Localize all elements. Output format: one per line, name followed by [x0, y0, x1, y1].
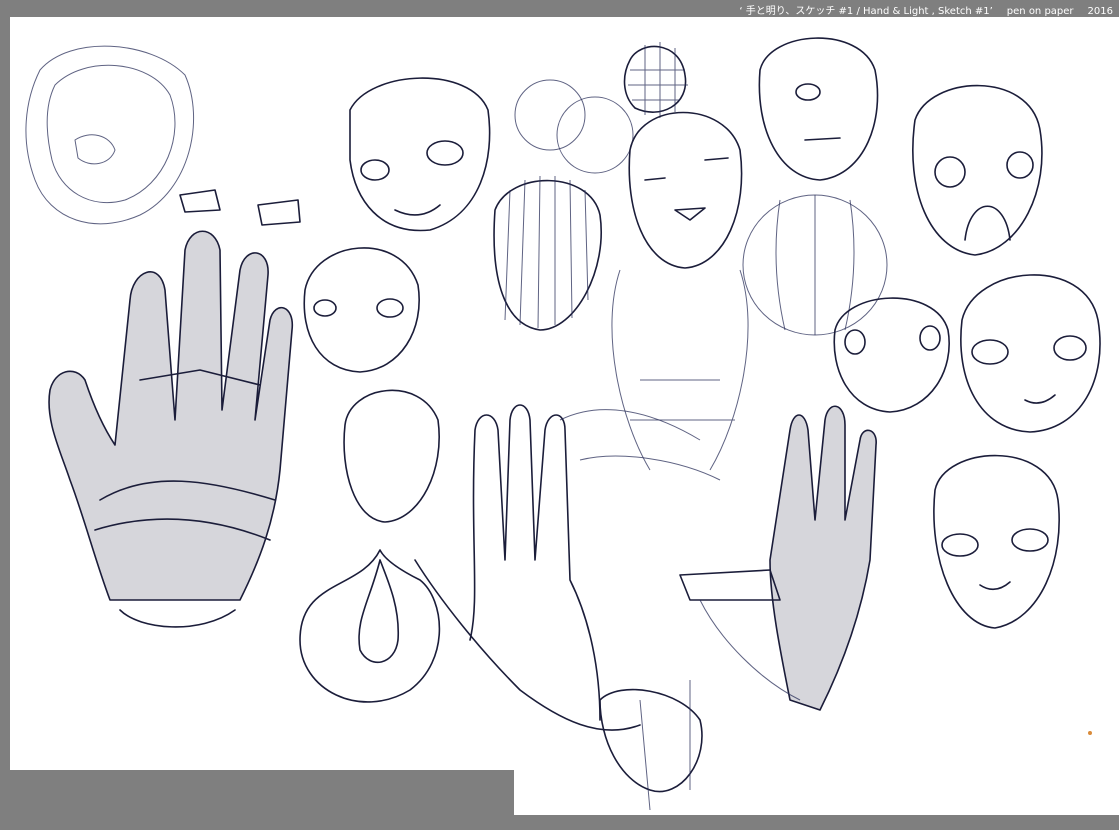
eye-studies — [179, 189, 301, 226]
face-sketch-5 — [758, 37, 879, 181]
hand-sketch-center — [414, 404, 721, 731]
face-sketch-1 — [349, 77, 491, 232]
torso-sketch — [611, 269, 749, 471]
drop-shape — [299, 549, 441, 703]
face-sketch-4 — [628, 111, 743, 269]
face-sketch-2 — [303, 247, 420, 373]
hand-sketch-right — [679, 405, 877, 711]
swirl-sketch — [25, 45, 195, 225]
red-dot — [1088, 731, 1092, 735]
face-sketch-8 — [960, 274, 1101, 433]
circle-studies — [514, 42, 688, 174]
face-sketch-3 — [343, 389, 440, 523]
pen-sketch-artwork — [25, 37, 1101, 811]
striped-oval — [742, 194, 888, 336]
face-sketch-7 — [833, 297, 950, 413]
bottom-loops — [599, 680, 703, 811]
face-sketch-9 — [933, 454, 1060, 629]
face-sketch-6 — [912, 84, 1043, 256]
hand-sketch-left — [48, 230, 294, 628]
striped-face — [493, 175, 602, 331]
